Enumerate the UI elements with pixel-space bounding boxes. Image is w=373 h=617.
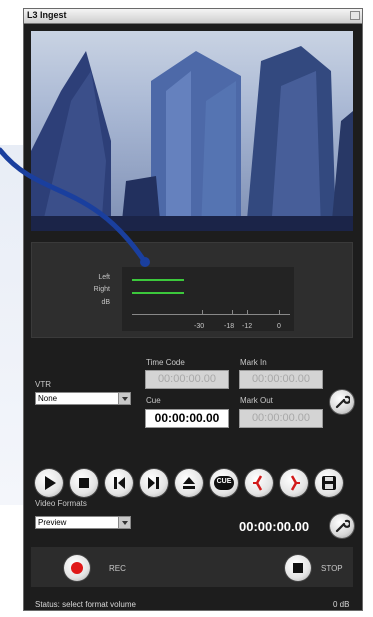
- stop-button[interactable]: [70, 469, 98, 497]
- format-settings-button[interactable]: [330, 514, 354, 538]
- timecode-field[interactable]: 00:00:00.00: [145, 370, 229, 389]
- mark-in-icon: [253, 475, 263, 491]
- record-timecode: 00:00:00.00: [239, 519, 310, 534]
- meter-scale-line: [132, 314, 290, 315]
- meter-display: [122, 267, 294, 331]
- scale-label: -12: [242, 323, 253, 330]
- scale-tick: [247, 310, 248, 315]
- meter-right-label: Right: [93, 286, 110, 293]
- mark-in-field[interactable]: 00:00:00.00: [239, 370, 323, 389]
- eject-button[interactable]: [175, 469, 203, 497]
- mark-out-icon: [290, 475, 300, 491]
- step-forward-button[interactable]: [140, 469, 168, 497]
- scale-tick: [202, 310, 203, 315]
- mark-in-button[interactable]: [245, 469, 273, 497]
- chevron-down-icon[interactable]: [118, 517, 130, 528]
- video-preview: [31, 31, 353, 231]
- stop-icon: [79, 478, 89, 488]
- title-bar[interactable]: L3 Ingest: [24, 9, 362, 24]
- scale-label: -18: [224, 323, 235, 330]
- close-button[interactable]: [350, 11, 360, 20]
- record-button[interactable]: [64, 555, 90, 581]
- stop-icon: [293, 563, 303, 573]
- scale-label: -30: [194, 323, 205, 330]
- cue-field[interactable]: 00:00:00.00: [145, 409, 229, 428]
- eject-icon: [183, 477, 195, 489]
- timecode-label: Time Code: [146, 358, 185, 367]
- mark-out-field[interactable]: 00:00:00.00: [239, 409, 323, 428]
- video-formats-select-value: Preview: [38, 518, 67, 527]
- right-level-bar: [132, 292, 185, 294]
- mark-out-label: Mark Out: [240, 396, 273, 405]
- ingest-window: L3 Ingest Left Right dB -30 -18 -12 0 VT…: [23, 8, 363, 611]
- save-icon: [322, 476, 336, 490]
- window-title: L3 Ingest: [27, 10, 67, 20]
- cue-button[interactable]: CUE: [210, 469, 238, 497]
- status-level: 0 dB: [333, 600, 350, 609]
- wrench-icon: [335, 519, 350, 533]
- status-text: Status: select format volume: [35, 600, 136, 609]
- cue-button-label: CUE: [216, 478, 232, 485]
- left-level-bar: [132, 279, 185, 281]
- city-skyline-image: [31, 46, 353, 231]
- step-back-button[interactable]: [105, 469, 133, 497]
- mark-out-button[interactable]: [280, 469, 308, 497]
- vtr-select[interactable]: None: [35, 392, 131, 405]
- video-formats-label: Video Formats: [35, 499, 87, 508]
- wrench-icon: [335, 395, 350, 409]
- audio-meter-panel: Left Right dB -30 -18 -12 0: [31, 242, 353, 338]
- rec-label: REC: [109, 564, 126, 573]
- vtr-label: VTR: [35, 380, 51, 389]
- play-icon: [45, 476, 56, 490]
- scale-tick: [232, 310, 233, 315]
- save-button[interactable]: [315, 469, 343, 497]
- stop-label: STOP: [321, 564, 343, 573]
- vtr-select-value: None: [38, 394, 58, 403]
- video-formats-select[interactable]: Preview: [35, 516, 131, 529]
- meter-left-label: Left: [98, 274, 110, 281]
- cue-label: Cue: [146, 396, 161, 405]
- vtr-settings-button[interactable]: [330, 390, 354, 414]
- play-button[interactable]: [35, 469, 63, 497]
- stop-record-button[interactable]: [285, 555, 311, 581]
- chevron-down-icon[interactable]: [118, 393, 130, 404]
- scale-label: 0: [277, 323, 281, 330]
- step-back-icon: [114, 477, 125, 489]
- meter-db-label: dB: [101, 299, 110, 306]
- scale-tick: [279, 310, 280, 315]
- mark-in-label: Mark In: [240, 358, 267, 367]
- step-forward-icon: [148, 477, 159, 489]
- record-icon: [71, 562, 83, 574]
